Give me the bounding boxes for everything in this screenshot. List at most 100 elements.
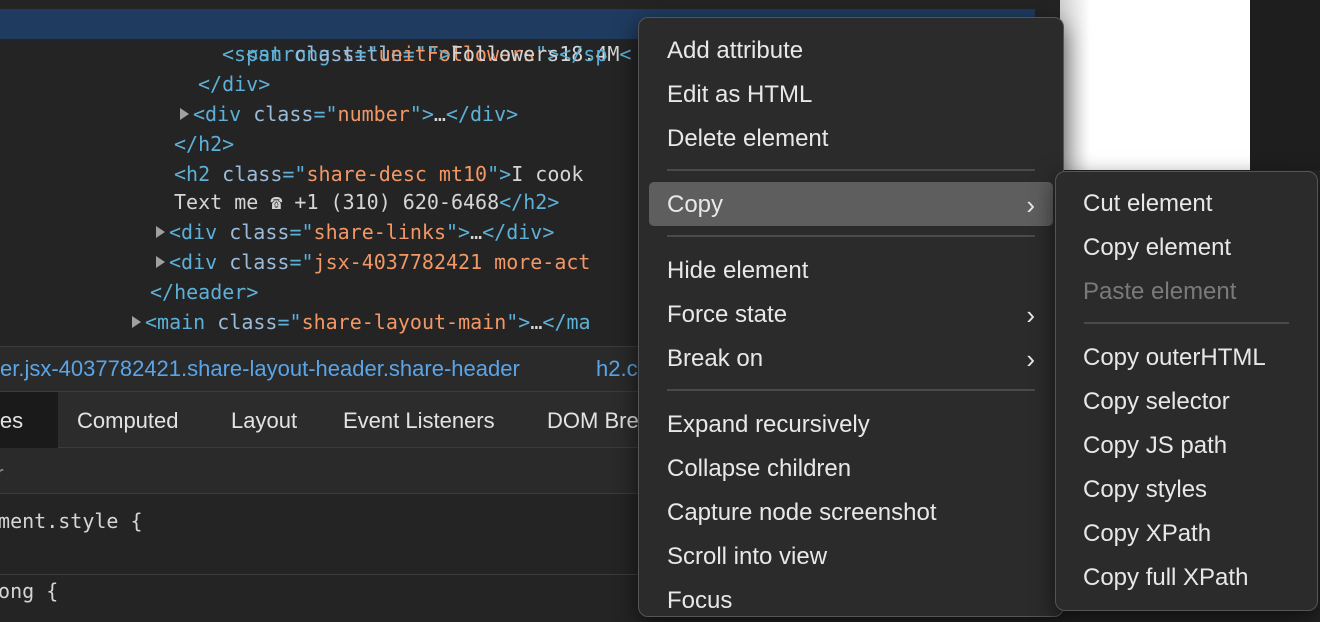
dom-node-code: <div class="jsx-4037782421 more-act — [169, 250, 590, 274]
code-token-txt: … — [470, 220, 483, 244]
menu-item-expand-recursively[interactable]: Expand recursively — [649, 404, 1053, 444]
menu-item-edit-as-html[interactable]: Edit as HTML — [649, 74, 1053, 114]
dom-node-code: <main class="share-layout-main">…</ma — [145, 310, 591, 334]
menu-item-label: Force state — [667, 301, 788, 328]
tab-styles[interactable]: yles — [0, 392, 58, 448]
code-token-val: jsx-4037782421 more-act — [313, 250, 591, 274]
dom-node-div-more-actions[interactable]: <div class="jsx-4037782421 more-act — [156, 247, 590, 277]
chevron-right-icon: › — [1026, 344, 1035, 374]
code-token-txt: I cook — [511, 162, 584, 186]
expand-triangle-icon[interactable] — [180, 107, 189, 120]
menu-item-copy-xpath[interactable]: Copy XPath — [1066, 513, 1307, 553]
window-edge — [1250, 0, 1320, 170]
dom-node-text[interactable]: Text me ☎ +1 (310) 620-6468</h2> — [174, 187, 559, 217]
page-preview-shadow — [1060, 0, 1090, 170]
menu-item-copy-js-path[interactable]: Copy JS path — [1066, 425, 1307, 465]
dom-node-div-close[interactable]: </div> — [198, 69, 270, 99]
code-token-tag: "> — [487, 162, 512, 186]
menu-item-copy-outerhtml[interactable]: Copy outerHTML — [1066, 337, 1307, 377]
code-token-tag: <h2 — [174, 162, 223, 186]
menu-item-copy[interactable]: Copy › — [649, 182, 1053, 226]
expand-triangle-icon[interactable] — [156, 225, 165, 238]
code-token-val: unit — [378, 42, 427, 66]
filter-placeholder: er — [0, 448, 4, 500]
code-token-tag: "> — [409, 102, 434, 126]
code-token-tag: =" — [289, 250, 314, 274]
dom-node-div-share-links[interactable]: <div class="share-links">…</div> — [156, 217, 554, 247]
tab-computed[interactable]: Computed — [77, 392, 179, 448]
menu-separator — [1084, 322, 1289, 324]
copy-submenu: Cut element Copy element Paste element C… — [1055, 171, 1318, 611]
tab-layout[interactable]: Layout — [231, 392, 297, 448]
code-token-tag: =" — [277, 310, 302, 334]
code-token-txt: Text me ☎ +1 (310) 620-6468 — [174, 190, 500, 214]
dom-node-span-unit[interactable]: <span class="unit">Followers</sp — [222, 39, 607, 69]
code-token-attr: class — [229, 220, 290, 244]
dom-node-code: Text me ☎ +1 (310) 620-6468</h2> — [174, 190, 559, 214]
chevron-right-icon: › — [1026, 300, 1035, 330]
menu-item-capture-node-screenshot[interactable]: Capture node screenshot — [649, 492, 1053, 532]
style-rule-strong[interactable]: rong { — [0, 576, 58, 606]
code-token-val: share-links — [313, 220, 446, 244]
breadcrumb-item-header[interactable]: er.jsx-4037782421.share-layout-header.sh… — [0, 347, 520, 391]
menu-item-cut-element[interactable]: Cut element — [1066, 183, 1307, 223]
code-token-attr: class — [229, 250, 290, 274]
dom-node-header-close[interactable]: </header> — [150, 277, 258, 307]
code-token-tag: "> — [506, 310, 531, 334]
code-token-tag: =" — [313, 102, 338, 126]
menu-item-label: Break on — [667, 345, 764, 372]
menu-item-copy-element[interactable]: Copy element — [1066, 227, 1307, 267]
dom-node-div-number[interactable]: <div class="number">…</div> — [180, 99, 518, 129]
code-token-tag: </h2> — [499, 190, 560, 214]
code-token-attr: class — [222, 162, 283, 186]
code-token-attr: class — [253, 102, 314, 126]
code-token-tag: </div> — [482, 220, 555, 244]
code-token-attr: class — [217, 310, 278, 334]
menu-item-paste-element: Paste element — [1083, 278, 1237, 305]
menu-item-break-on[interactable]: Break on › — [649, 338, 1053, 378]
code-token-tag: =" — [354, 42, 379, 66]
dom-node-h2-close[interactable]: </h2> — [174, 129, 234, 159]
code-token-tag: <div — [169, 220, 230, 244]
code-token-val: share-layout-main — [301, 310, 507, 334]
menu-item-scroll-into-view[interactable]: Scroll into view — [649, 536, 1053, 576]
menu-item-hide-element[interactable]: Hide element — [649, 250, 1053, 290]
code-token-tag: <div — [193, 102, 254, 126]
code-token-val: share-desc mt10 — [306, 162, 488, 186]
code-token-tag: "> — [426, 42, 451, 66]
menu-item-focus[interactable]: Focus — [649, 580, 1053, 620]
code-token-tag: "> — [445, 220, 471, 244]
code-token-tag: <main — [145, 310, 218, 334]
menu-item-force-state[interactable]: Force state › — [649, 294, 1053, 334]
code-token-tag: </sp — [559, 42, 608, 66]
menu-item-delete-element[interactable]: Delete element — [649, 118, 1053, 158]
menu-item-add-attribute[interactable]: Add attribute — [649, 30, 1053, 70]
tab-event-listeners[interactable]: Event Listeners — [343, 392, 495, 448]
code-token-txt: … — [433, 102, 446, 126]
expand-triangle-icon[interactable] — [132, 315, 141, 328]
chevron-right-icon: › — [1026, 190, 1035, 220]
code-token-tag: </ma — [542, 310, 591, 334]
dom-node-code: </header> — [150, 280, 258, 304]
menu-item-label: Copy — [667, 191, 724, 218]
dom-node-code: <div class="number">…</div> — [193, 102, 518, 126]
code-token-tag: </div> — [445, 102, 519, 126]
context-menu: Add attribute Edit as HTML Delete elemen… — [638, 17, 1064, 617]
style-rule-element-style[interactable]: ement.style { — [0, 506, 143, 536]
menu-item-copy-selector[interactable]: Copy selector — [1066, 381, 1307, 421]
dom-node-code: <h2 class="share-desc mt10">I cook — [174, 162, 583, 186]
expand-triangle-icon[interactable] — [156, 255, 165, 268]
code-token-tag: =" — [289, 220, 314, 244]
dom-node-main[interactable]: <main class="share-layout-main">…</ma — [132, 307, 591, 337]
breadcrumb-item-h2[interactable]: h2.c — [596, 347, 638, 391]
code-token-val: number — [337, 102, 410, 126]
dom-node-h2-share-desc[interactable]: <h2 class="share-desc mt10">I cook — [174, 159, 583, 189]
menu-separator — [667, 235, 1035, 237]
menu-item-copy-full-xpath[interactable]: Copy full XPath — [1066, 557, 1307, 597]
dom-node-code: <div class="share-links">…</div> — [169, 220, 554, 244]
menu-item-collapse-children[interactable]: Collapse children — [649, 448, 1053, 488]
menu-item-copy-styles[interactable]: Copy styles — [1066, 469, 1307, 509]
tab-dom-breakpoints[interactable]: DOM Bre — [547, 392, 639, 448]
menu-separator — [667, 389, 1035, 391]
code-token-tag: </h2> — [174, 132, 235, 156]
